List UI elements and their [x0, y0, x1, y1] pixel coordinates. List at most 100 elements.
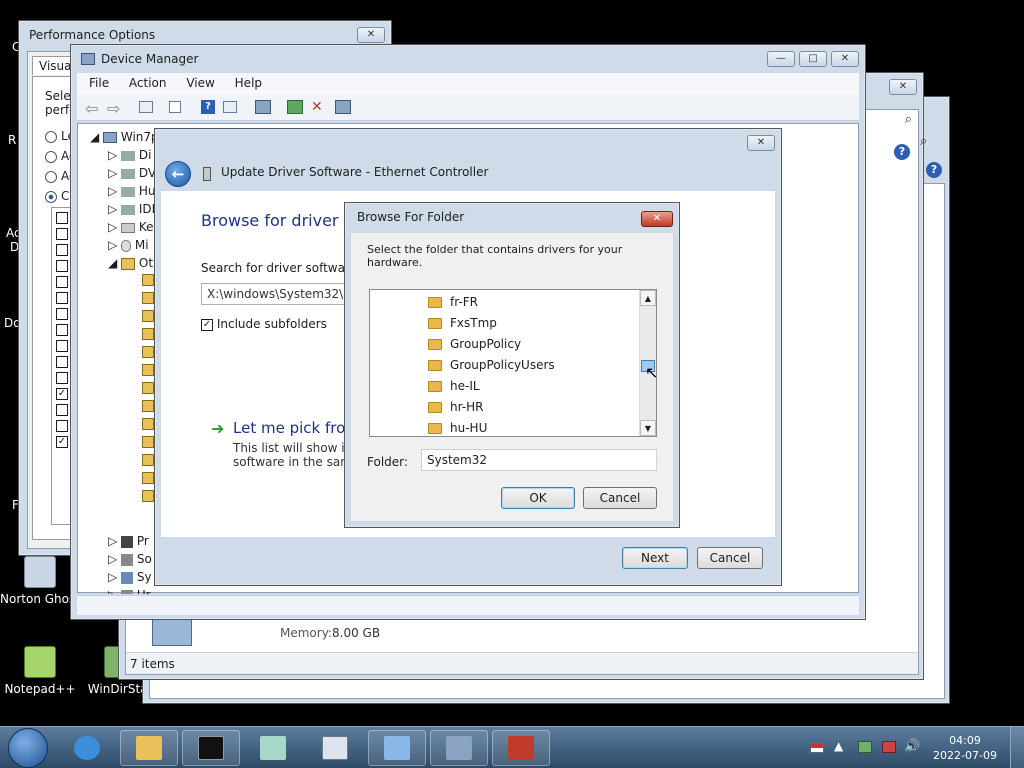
taskbar-ie[interactable]: [58, 730, 116, 766]
checkbox[interactable]: [56, 260, 68, 272]
checkbox[interactable]: [56, 340, 68, 352]
warning-device-icon[interactable]: [142, 490, 154, 502]
warning-device-icon[interactable]: [142, 364, 154, 376]
next-button[interactable]: Next: [622, 547, 688, 569]
menu-help[interactable]: Help: [235, 76, 262, 90]
folder-item[interactable]: hu-HU: [428, 418, 487, 436]
tray-network-icon[interactable]: [858, 741, 872, 753]
search-icon-back[interactable]: ⌕: [920, 134, 940, 152]
close-button[interactable]: ✕: [747, 135, 775, 151]
show-hide-console-tree-icon[interactable]: [139, 101, 153, 113]
back-arrow-icon[interactable]: ←: [165, 161, 191, 187]
tray-arrow-icon[interactable]: ▲: [834, 739, 843, 753]
close-button[interactable]: ✕: [889, 79, 917, 95]
checkbox[interactable]: [56, 404, 68, 416]
tree-item[interactable]: ▷ Pr: [108, 532, 149, 550]
scroll-up-arrow-icon[interactable]: ▲: [640, 290, 656, 306]
checkbox-checked[interactable]: ✓: [56, 436, 68, 448]
tree-item[interactable]: ▷ Sy: [108, 568, 152, 586]
warning-device-icon[interactable]: [142, 274, 154, 286]
checkbox[interactable]: [56, 372, 68, 384]
folder-item[interactable]: fr-FR: [428, 292, 478, 312]
tree-item[interactable]: ▷ DV: [108, 164, 156, 182]
warning-device-icon[interactable]: [142, 454, 154, 466]
pick-from-list-link[interactable]: Let me pick from: [233, 419, 360, 437]
minimize-button[interactable]: —: [767, 51, 795, 67]
help-icon-back[interactable]: ?: [926, 162, 942, 178]
warning-device-icon[interactable]: [142, 418, 154, 430]
tree-item[interactable]: ▷ Ur: [108, 586, 151, 594]
ok-button[interactable]: OK: [501, 487, 575, 509]
scan-hardware-icon[interactable]: [255, 100, 271, 114]
show-desktop-button[interactable]: [1010, 727, 1024, 768]
menu-action[interactable]: Action: [129, 76, 167, 90]
taskbar-calculator[interactable]: [306, 730, 364, 766]
checkbox[interactable]: [56, 308, 68, 320]
clock[interactable]: 04:09 2022-07-09: [930, 733, 1000, 763]
maximize-button[interactable]: □: [799, 51, 827, 67]
help-icon[interactable]: ?: [201, 100, 215, 114]
taskbar-toolbox[interactable]: [492, 730, 550, 766]
checkbox[interactable]: [56, 276, 68, 288]
folder-item[interactable]: he-IL: [428, 376, 480, 396]
warning-device-icon[interactable]: [142, 292, 154, 304]
checkbox[interactable]: [56, 292, 68, 304]
warning-device-icon[interactable]: [142, 472, 154, 484]
path-input[interactable]: X:\windows\System32\driv: [201, 283, 351, 305]
cancel-button[interactable]: Cancel: [583, 487, 657, 509]
checkbox[interactable]: [56, 212, 68, 224]
checkbox[interactable]: [56, 228, 68, 240]
include-subfolders-checkbox[interactable]: ✓ Include subfolders: [201, 317, 327, 331]
uninstall-icon[interactable]: ✕: [311, 99, 323, 115]
tree-item[interactable]: ▷ Hu: [108, 182, 156, 200]
folder-input[interactable]: System32: [421, 449, 657, 471]
scroll-down-arrow-icon[interactable]: ▼: [640, 420, 656, 436]
menu-view[interactable]: View: [186, 76, 214, 90]
cancel-button[interactable]: Cancel: [697, 547, 763, 569]
folder-item[interactable]: GroupPolicyUsers: [428, 355, 555, 375]
desktop-icon-notepadpp[interactable]: Notepad++: [0, 646, 80, 696]
warning-device-icon[interactable]: [142, 382, 154, 394]
taskbar-control-panel[interactable]: [368, 730, 426, 766]
taskbar-explorer[interactable]: [120, 730, 178, 766]
search-icon[interactable]: ⌕: [905, 112, 912, 127]
checkbox[interactable]: [56, 324, 68, 336]
update-driver-icon[interactable]: [287, 100, 303, 114]
tree-item[interactable]: ▷ Mi: [108, 236, 149, 254]
warning-device-icon[interactable]: [142, 328, 154, 340]
taskbar-notes[interactable]: [244, 730, 302, 766]
checkbox-checked[interactable]: ✓: [56, 388, 68, 400]
tree-item[interactable]: ▷ So: [108, 550, 152, 568]
show-hide-action-pane-icon[interactable]: [223, 101, 237, 113]
properties-icon[interactable]: [169, 101, 181, 113]
menu-file[interactable]: File: [89, 76, 109, 90]
tray-volume-icon[interactable]: 🔊: [904, 739, 920, 754]
help-icon[interactable]: ?: [894, 144, 910, 160]
checkbox[interactable]: [56, 244, 68, 256]
tree-item-expanded[interactable]: ◢ Ot: [108, 254, 153, 272]
folder-item[interactable]: FxsTmp: [428, 313, 497, 333]
tree-root[interactable]: ◢ Win7p: [90, 128, 159, 146]
start-button[interactable]: [8, 728, 48, 768]
taskbar-device-manager[interactable]: [430, 730, 488, 766]
checkbox[interactable]: [56, 356, 68, 368]
close-button[interactable]: ✕: [357, 27, 385, 43]
folder-item[interactable]: hr-HR: [428, 397, 483, 417]
close-button[interactable]: ✕: [641, 211, 673, 227]
disable-icon[interactable]: [335, 100, 351, 114]
back-icon[interactable]: ⇦: [85, 99, 98, 118]
warning-device-icon[interactable]: [142, 310, 154, 322]
checkbox[interactable]: [56, 420, 68, 432]
tree-item[interactable]: ▷ IDI: [108, 200, 155, 218]
taskbar-cmd[interactable]: [182, 730, 240, 766]
warning-device-icon[interactable]: [142, 400, 154, 412]
folder-item[interactable]: GroupPolicy: [428, 334, 521, 354]
close-button[interactable]: ✕: [831, 51, 859, 67]
warning-device-icon[interactable]: [142, 436, 154, 448]
tree-item[interactable]: ▷ Ke: [108, 218, 154, 236]
tree-item[interactable]: ▷ Di: [108, 146, 151, 164]
tray-flag-icon[interactable]: [810, 743, 824, 753]
forward-icon[interactable]: ⇨: [107, 99, 120, 118]
desktop-icon-norton-ghost[interactable]: Norton Ghost: [0, 556, 80, 606]
tray-safely-remove-icon[interactable]: [882, 741, 896, 753]
